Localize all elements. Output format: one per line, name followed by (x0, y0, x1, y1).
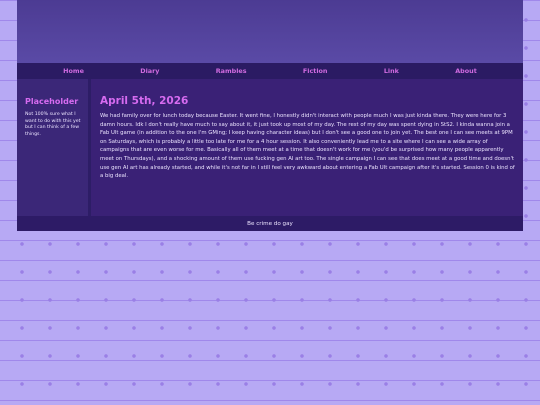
nav-rambles[interactable]: Rambles (216, 67, 247, 75)
top-nav: Home Diary Rambles Fiction Link About (17, 63, 523, 79)
nav-fiction[interactable]: Fiction (303, 67, 328, 75)
footer-text: Be crime do gay (247, 220, 293, 227)
page-container: Home Diary Rambles Fiction Link About Pl… (17, 0, 523, 231)
content-area: Placeholder Not 100% sure what I want to… (17, 79, 523, 216)
header-banner (17, 0, 523, 63)
sidebar: Placeholder Not 100% sure what I want to… (17, 79, 91, 216)
nav-link[interactable]: Link (384, 67, 399, 75)
nav-home[interactable]: Home (63, 67, 84, 75)
nav-diary[interactable]: Diary (140, 67, 159, 75)
sidebar-text: Not 100% sure what I want to do with thi… (25, 112, 81, 137)
nav-about[interactable]: About (455, 67, 477, 75)
sidebar-title: Placeholder (25, 97, 79, 106)
entry-title: April 5th, 2026 (100, 95, 189, 107)
footer: Be crime do gay (17, 216, 523, 231)
entry-body: We had family over for lunch today becau… (100, 113, 515, 180)
diary-entry: April 5th, 2026 We had family over for l… (91, 79, 523, 216)
